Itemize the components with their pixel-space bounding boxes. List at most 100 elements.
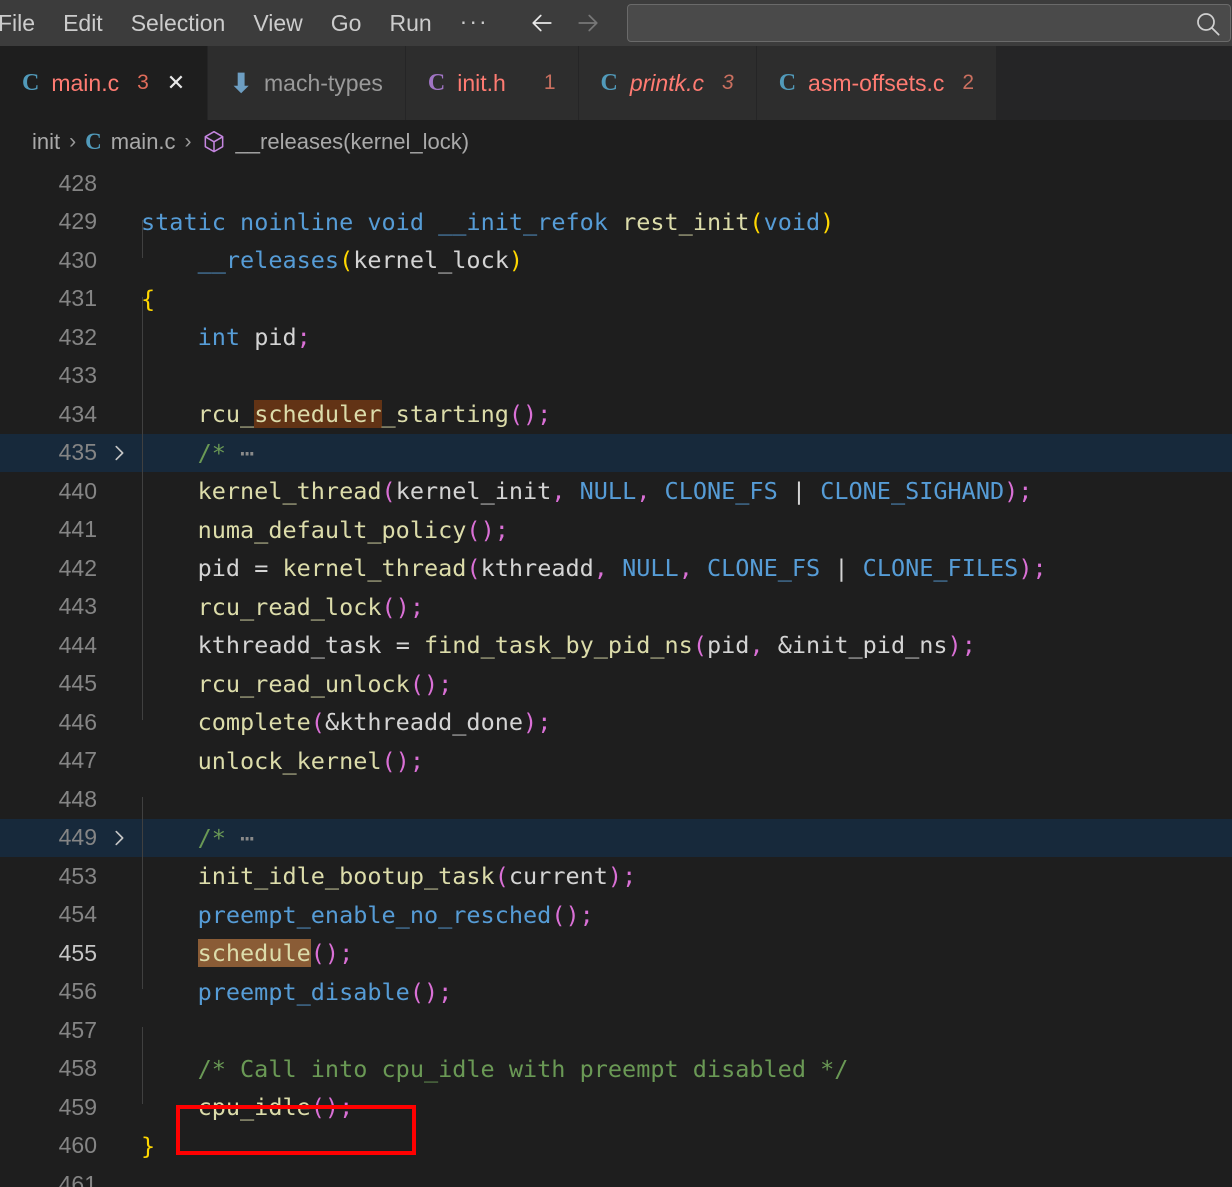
code-line-active[interactable]: 455 schedule(); — [0, 934, 1232, 973]
download-arrow-icon: ⬇ — [230, 67, 253, 98]
line-number: 433 — [58, 362, 97, 389]
breadcrumb-item-main-c[interactable]: main.c — [111, 129, 176, 155]
code-editor[interactable]: 428 429 static noinline void __init_refo… — [0, 164, 1232, 1187]
tab-main-c[interactable]: C main.c 3 ✕ — [0, 46, 209, 120]
menu-item-run[interactable]: Run — [375, 9, 445, 38]
symbol-struct-icon — [201, 129, 227, 155]
line-content[interactable]: preempt_enable_no_resched(); — [138, 896, 1232, 935]
indent-guide — [142, 1027, 143, 1104]
code-line[interactable]: 456 preempt_disable(); — [0, 973, 1232, 1012]
code-line[interactable]: 446 complete(&kthreadd_done); — [0, 703, 1232, 742]
menu-item-edit[interactable]: Edit — [49, 9, 117, 38]
code-line[interactable]: 433 — [0, 357, 1232, 396]
line-content[interactable]: /* ⋯ — [138, 819, 1232, 858]
line-content[interactable]: static noinline void __init_refok rest_i… — [138, 203, 1232, 242]
code-line[interactable]: 453 init_idle_bootup_task(current); — [0, 857, 1232, 896]
code-line[interactable]: 447 unlock_kernel(); — [0, 742, 1232, 781]
line-content[interactable]: init_idle_bootup_task(current); — [138, 857, 1232, 896]
tab-init-h[interactable]: C init.h 1 — [405, 46, 579, 120]
code-line[interactable]: 443 rcu_read_lock(); — [0, 588, 1232, 627]
line-content[interactable]: int pid; — [138, 318, 1232, 357]
line-content[interactable]: schedule(); — [138, 934, 1232, 973]
line-number: 460 — [58, 1132, 97, 1159]
code-line[interactable]: 430 __releases(kernel_lock) — [0, 241, 1232, 280]
line-content[interactable]: /* ⋯ — [138, 434, 1232, 473]
line-content[interactable]: preempt_disable(); — [138, 973, 1232, 1012]
chevron-right-icon: › — [184, 130, 192, 153]
code-line[interactable]: 434 rcu_scheduler_starting(); — [0, 395, 1232, 434]
line-number: 458 — [58, 1055, 97, 1082]
line-content[interactable]: rcu_scheduler_starting(); — [138, 395, 1232, 434]
menu-item-view[interactable]: View — [239, 9, 316, 38]
line-content[interactable]: } — [138, 1127, 1232, 1166]
code-line-folded[interactable]: 435 /* ⋯ — [0, 433, 1232, 473]
code-line[interactable]: 429 static noinline void __init_refok re… — [0, 203, 1232, 242]
code-line[interactable]: 428 — [0, 164, 1232, 203]
code-line[interactable]: 440 kernel_thread(kernel_init, NULL, CLO… — [0, 472, 1232, 511]
line-number: 449 — [58, 824, 97, 851]
code-line[interactable]: 432 int pid; — [0, 318, 1232, 357]
line-content[interactable]: pid = kernel_thread(kthreadd, NULL, CLON… — [138, 549, 1232, 588]
menu-item-file[interactable]: File — [0, 9, 49, 38]
quick-input-box[interactable] — [626, 4, 1231, 45]
line-number: 448 — [58, 785, 97, 812]
line-number: 444 — [58, 631, 97, 658]
line-number: 454 — [58, 901, 97, 928]
code-line[interactable]: 444 kthreadd_task = find_task_by_pid_ns(… — [0, 626, 1232, 665]
tab-mach-types[interactable]: ⬇ mach-types — [208, 46, 406, 120]
code-line[interactable]: 461 — [0, 1165, 1232, 1187]
tab-problem-badge: 1 — [543, 71, 556, 94]
line-content[interactable]: __releases(kernel_lock) — [138, 241, 1232, 280]
editor-tab-bar: C main.c 3 ✕ ⬇ mach-types C init.h 1 C p… — [0, 46, 1232, 120]
code-line[interactable]: 441 numa_default_policy(); — [0, 511, 1232, 550]
line-content[interactable]: kthreadd_task = find_task_by_pid_ns(pid,… — [138, 626, 1232, 665]
line-number: 457 — [58, 1016, 97, 1043]
close-icon[interactable]: ✕ — [167, 72, 185, 94]
code-line[interactable]: 445 rcu_read_unlock(); — [0, 665, 1232, 704]
indent-guide — [142, 220, 143, 258]
line-number: 459 — [58, 1093, 97, 1120]
line-content[interactable]: complete(&kthreadd_done); — [138, 703, 1232, 742]
line-number: 447 — [58, 747, 97, 774]
code-line[interactable]: 442 pid = kernel_thread(kthreadd, NULL, … — [0, 549, 1232, 588]
fold-chevron-icon[interactable] — [100, 827, 138, 849]
line-content[interactable]: numa_default_policy(); — [138, 511, 1232, 550]
line-content[interactable]: { — [138, 280, 1232, 319]
code-line[interactable]: 454 preempt_enable_no_resched(); — [0, 896, 1232, 935]
title-bar: File Edit Selection View Go Run ··· — [0, 0, 1232, 46]
tab-problem-badge: 3 — [722, 71, 734, 94]
menu-item-go[interactable]: Go — [317, 9, 376, 38]
search-icon[interactable] — [1192, 8, 1224, 45]
code-line[interactable]: 457 — [0, 1011, 1232, 1050]
line-content[interactable]: rcu_read_unlock(); — [138, 665, 1232, 704]
menu-item-selection[interactable]: Selection — [117, 9, 240, 38]
c-file-icon: C — [85, 129, 102, 154]
forward-arrow-icon[interactable] — [571, 6, 605, 40]
line-number: 430 — [58, 246, 97, 273]
c-header-icon: C — [427, 69, 446, 96]
line-content[interactable]: rcu_read_lock(); — [138, 588, 1232, 627]
line-content[interactable]: /* Call into cpu_idle with preempt disab… — [138, 1050, 1232, 1089]
code-line[interactable]: 431 { — [0, 280, 1232, 319]
tab-printk-c[interactable]: C printk.c 3 — [578, 46, 757, 120]
line-content[interactable]: cpu_idle(); — [138, 1088, 1232, 1127]
code-line[interactable]: 459 cpu_idle(); — [0, 1088, 1232, 1127]
search-input[interactable] — [637, 12, 1220, 34]
line-content[interactable]: kernel_thread(kernel_init, NULL, CLONE_F… — [138, 472, 1232, 511]
line-number: 429 — [58, 208, 97, 235]
code-line[interactable]: 448 — [0, 780, 1232, 819]
code-line[interactable]: 458 /* Call into cpu_idle with preempt d… — [0, 1050, 1232, 1089]
tab-asm-offsets-c[interactable]: C asm-offsets.c 2 — [756, 46, 998, 120]
c-file-icon: C — [22, 69, 40, 96]
chevron-right-icon: › — [69, 130, 77, 153]
code-line[interactable]: 460 } — [0, 1127, 1232, 1166]
breadcrumb-item-symbol[interactable]: __releases(kernel_lock) — [236, 129, 470, 155]
back-arrow-icon[interactable] — [525, 6, 559, 40]
line-content[interactable]: unlock_kernel(); — [138, 742, 1232, 781]
menu-item-more[interactable]: ··· — [446, 10, 503, 36]
indent-guide — [142, 797, 143, 989]
line-number: 434 — [58, 400, 97, 427]
breadcrumb-item-init[interactable]: init — [32, 129, 60, 155]
fold-chevron-icon[interactable] — [100, 442, 138, 464]
code-line-folded[interactable]: 449 /* ⋯ — [0, 818, 1232, 858]
